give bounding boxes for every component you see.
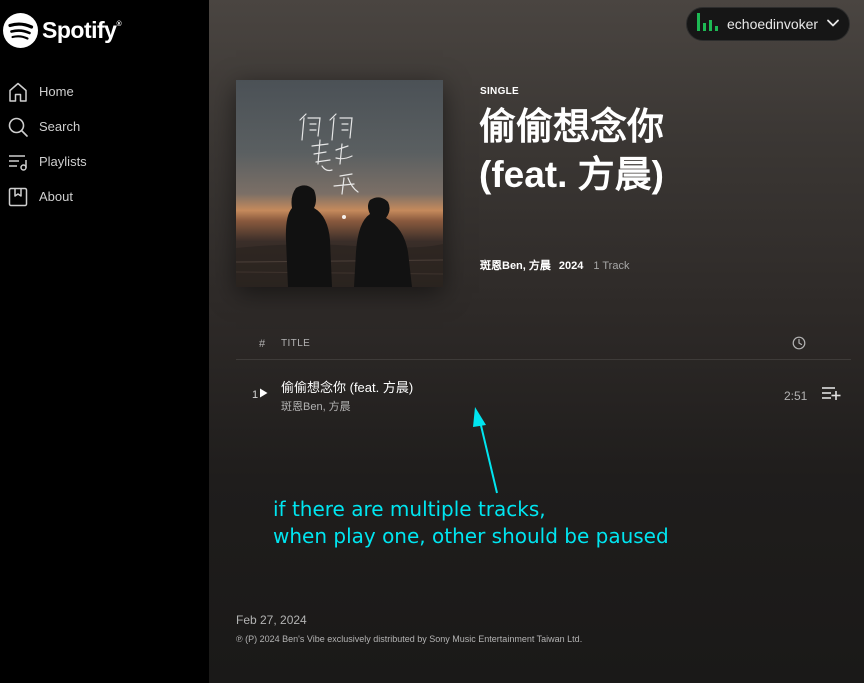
spotify-wordmark: Spotify® [42, 17, 122, 43]
sidebar-item-home[interactable]: Home [7, 74, 87, 109]
track-number-header: # [259, 338, 266, 350]
playlists-icon [7, 151, 29, 173]
album-artists-link[interactable]: 斑恩Ben, 方晨 [480, 257, 551, 273]
annotation-line: if there are multiple tracks, [273, 497, 546, 521]
sidebar-item-about[interactable]: About [7, 179, 87, 214]
add-to-queue-icon[interactable] [821, 385, 841, 406]
equalizer-icon [695, 12, 719, 36]
sidebar-item-playlists[interactable]: Playlists [7, 144, 87, 179]
play-icon[interactable] [259, 388, 268, 401]
spotify-logo[interactable]: Spotify® [3, 13, 122, 48]
track-number-value: 1 [252, 388, 259, 401]
track-number: 1 [252, 388, 268, 401]
annotation-arrow-icon [473, 407, 498, 494]
chevron-down-icon [826, 15, 840, 33]
track-title[interactable]: 偷偷想念你 (feat. 方晨) [281, 377, 413, 396]
album-type-label: SINGLE [480, 86, 520, 97]
tracks-header: # TITLE [236, 332, 851, 360]
annotation-line: when play one, other should be paused [273, 524, 669, 548]
sidebar: Spotify® Home Search Playlists About [0, 0, 209, 683]
copyright-text: ℗ (P) 2024 Ben's Vibe exclusively distri… [236, 634, 583, 644]
release-date: Feb 27, 2024 [236, 613, 307, 627]
track-duration: 2:51 [784, 389, 808, 403]
about-icon [7, 186, 29, 208]
album-title-line: (feat. 方晨) [479, 154, 664, 195]
clock-icon [792, 336, 806, 355]
sidebar-item-label: Home [39, 84, 74, 99]
sidebar-item-label: About [39, 189, 73, 204]
annotation-text: if there are multiple tracks, when play … [273, 496, 669, 550]
sidebar-item-label: Search [39, 119, 81, 134]
album-year: 2024 [558, 260, 584, 272]
sidebar-nav: Home Search Playlists About [7, 74, 87, 214]
home-icon [7, 81, 29, 103]
album-meta: 斑恩Ben, 方晨 2024 1 Track [480, 257, 629, 273]
sidebar-item-search[interactable]: Search [7, 109, 87, 144]
user-name: echoedinvoker [727, 16, 819, 32]
album-title-line: 偷偷想念你 [479, 106, 664, 147]
sidebar-item-label: Playlists [39, 154, 87, 169]
album-cover [236, 80, 443, 287]
track-title-header: TITLE [281, 338, 311, 349]
search-icon [7, 116, 29, 138]
main-content: echoedinvoker SINGLE 偷偷想念你 (feat. 方晨) 斑恩… [209, 0, 864, 683]
user-menu-button[interactable]: echoedinvoker [686, 7, 850, 41]
track-row[interactable]: 1 偷偷想念你 (feat. 方晨) 斑恩Ben, 方晨 2:51 [236, 370, 851, 418]
album-title: 偷偷想念你 (feat. 方晨) [479, 103, 849, 199]
album-track-count: 1 Track [593, 260, 630, 272]
track-artists[interactable]: 斑恩Ben, 方晨 [281, 398, 351, 414]
spotify-icon [3, 13, 38, 48]
